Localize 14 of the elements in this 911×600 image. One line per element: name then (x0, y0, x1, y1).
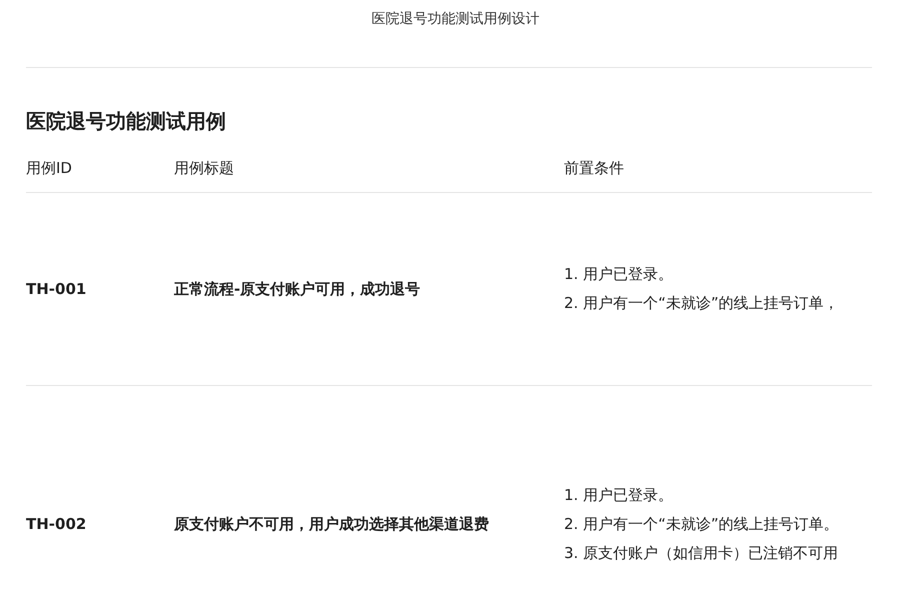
column-header: 前置条件 (564, 158, 624, 178)
section-heading: 医院退号功能测试用例 (26, 108, 227, 135)
page-title: 医院退号功能测试用例设计 (372, 10, 540, 29)
case-title: 正常流程-原支付账户可用，成功退号 (174, 280, 420, 298)
precondition-line: 3. 原支付账户（如信用卡）已注销不可用 (564, 542, 840, 564)
case-id: TH-001 (26, 280, 86, 298)
precondition-line: 2. 用户有一个“未就诊”的线上挂号订单， (564, 293, 840, 314)
case-title: 原支付账户不可用，用户成功选择其他渠道退费 (174, 514, 489, 534)
case-id: TH-002 (26, 515, 86, 533)
column-header: 用例标题 (174, 158, 234, 178)
precondition-line: 1. 用户已登录。 (564, 264, 674, 285)
precondition-line: 2. 用户有一个“未就诊”的线上挂号订单。 (564, 514, 840, 534)
column-header: 用例ID (26, 158, 72, 178)
precondition-line: 1. 用户已登录。 (564, 484, 674, 506)
